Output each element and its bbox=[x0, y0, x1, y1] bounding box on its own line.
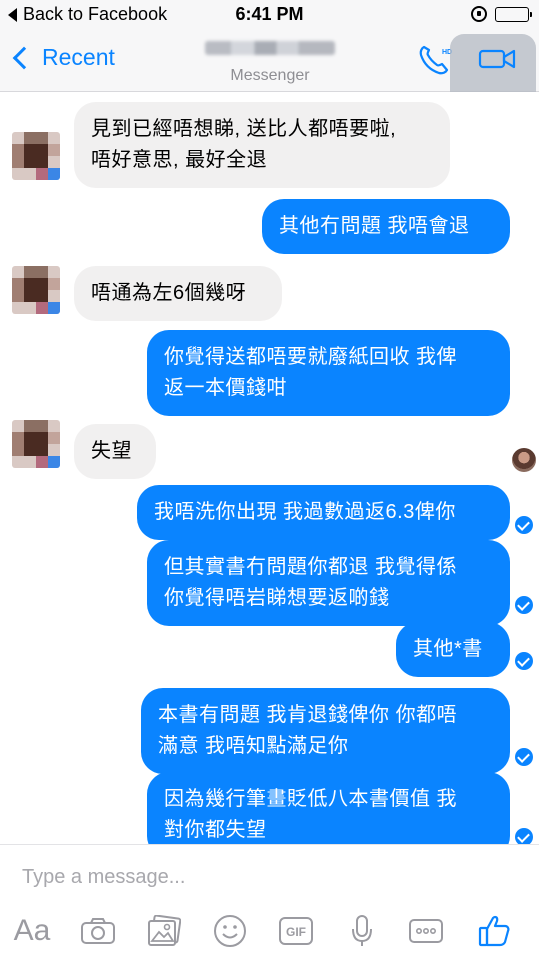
text-format-label: Aa bbox=[13, 914, 51, 947]
message-line: 你覺得唔岩睇想要返啲錢 bbox=[164, 587, 390, 609]
status-bar: Back to Facebook 6:41 PM bbox=[0, 0, 539, 30]
photo-gallery-button[interactable] bbox=[144, 911, 184, 951]
smiley-icon bbox=[214, 915, 246, 947]
more-options-button[interactable] bbox=[406, 911, 446, 951]
message-line: 唔好意思, 最好全退 bbox=[91, 149, 268, 171]
conversation-header: Recent Messenger HD bbox=[0, 30, 539, 116]
message-line: 其他*書 bbox=[413, 638, 483, 660]
composer-toolbar: Aa GIF bbox=[0, 907, 539, 953]
outgoing-message-bubble[interactable]: 但其實書冇問題你都退 我覺得係 你覺得唔岩睇想要返啲錢 bbox=[147, 540, 510, 626]
phone-call-icon[interactable]: HD bbox=[418, 44, 452, 76]
contact-avatar[interactable] bbox=[12, 420, 60, 468]
message-line: 但其實書冇問題你都退 我覺得係 bbox=[164, 556, 458, 578]
microphone-icon bbox=[352, 915, 372, 946]
like-button[interactable] bbox=[474, 911, 514, 951]
delivered-check-icon bbox=[515, 652, 533, 670]
chevron-left-icon bbox=[12, 46, 36, 69]
recent-back-label: Recent bbox=[42, 44, 115, 70]
incoming-message-bubble[interactable]: 失望 bbox=[74, 424, 156, 479]
message-line: 滿意 我唔知點滿足你 bbox=[158, 735, 349, 757]
message-line: 本書有問題 我肯退錢俾你 你都唔 bbox=[158, 704, 458, 726]
battery-icon bbox=[495, 6, 532, 22]
delivered-check-icon bbox=[515, 828, 533, 844]
gif-button[interactable]: GIF bbox=[276, 911, 316, 951]
message-thread[interactable]: 見到已經唔想睇, 送比人都唔要啦, 唔好意思, 最好全退 其他冇問題 我唔會退 … bbox=[0, 92, 539, 844]
seen-by-avatar bbox=[512, 448, 536, 472]
message-line: 對你都失望 bbox=[164, 819, 267, 841]
more-icon bbox=[409, 919, 443, 943]
conversation-subtitle: Messenger bbox=[230, 67, 310, 84]
outgoing-message-bubble[interactable]: 其他*書 bbox=[396, 622, 510, 677]
delivered-check-icon bbox=[515, 596, 533, 614]
status-indicators bbox=[471, 6, 532, 22]
outgoing-message-bubble[interactable]: 本書有問題 我肯退錢俾你 你都唔 滿意 我唔知點滿足你 bbox=[141, 688, 510, 774]
text-format-button[interactable]: Aa bbox=[12, 911, 52, 951]
incoming-message-bubble[interactable]: 唔通為左6個幾呀 bbox=[74, 266, 282, 321]
outgoing-message-bubble[interactable]: 因為幾行筆畫貶低八本書價值 我 對你都失望 bbox=[147, 772, 510, 844]
image-icon bbox=[148, 915, 181, 946]
outgoing-message-bubble[interactable]: 其他冇問題 我唔會退 bbox=[262, 199, 510, 254]
message-line: 其他冇問題 我唔會退 bbox=[279, 215, 470, 237]
message-line: 返一本價錢咁 bbox=[164, 377, 287, 399]
sticker-button[interactable] bbox=[210, 911, 250, 951]
video-call-icon[interactable] bbox=[478, 48, 518, 70]
message-input[interactable] bbox=[12, 857, 522, 897]
message-line: 因為幾行筆畫貶低八本書價值 我 bbox=[164, 788, 458, 810]
message-line: 失望 bbox=[91, 440, 132, 462]
gif-icon: GIF bbox=[279, 917, 313, 945]
message-line: 唔通為左6個幾呀 bbox=[91, 282, 247, 304]
conversation-title[interactable]: Messenger bbox=[170, 37, 370, 85]
outgoing-message-bubble[interactable]: 我唔洗你出現 我過數過返6.3俾你 bbox=[137, 485, 510, 540]
svg-text:GIF: GIF bbox=[286, 925, 306, 939]
status-time: 6:41 PM bbox=[235, 4, 304, 24]
camera-icon bbox=[81, 918, 115, 944]
camera-button[interactable] bbox=[78, 911, 118, 951]
outgoing-message-bubble[interactable]: 你覺得送都唔要就廢紙回收 我俾 返一本價錢咁 bbox=[147, 330, 510, 416]
recent-back-button[interactable]: Recent bbox=[10, 44, 115, 71]
incoming-message-bubble[interactable]: 見到已經唔想睇, 送比人都唔要啦, 唔好意思, 最好全退 bbox=[74, 102, 450, 188]
contact-avatar[interactable] bbox=[12, 132, 60, 180]
delivered-check-icon bbox=[515, 516, 533, 534]
message-composer: Aa bbox=[0, 844, 539, 960]
contact-avatar[interactable] bbox=[12, 266, 60, 314]
voice-button[interactable] bbox=[342, 911, 382, 951]
message-line: 我唔洗你出現 我過數過返6.3俾你 bbox=[154, 501, 456, 523]
blurred-contact-name bbox=[205, 41, 335, 55]
rotation-lock-icon bbox=[471, 6, 487, 22]
delivered-check-icon bbox=[515, 748, 533, 766]
message-line: 見到已經唔想睇, 送比人都唔要啦, bbox=[91, 118, 397, 140]
message-line: 你覺得送都唔要就廢紙回收 我俾 bbox=[164, 346, 458, 368]
thumbs-up-icon bbox=[478, 915, 510, 947]
